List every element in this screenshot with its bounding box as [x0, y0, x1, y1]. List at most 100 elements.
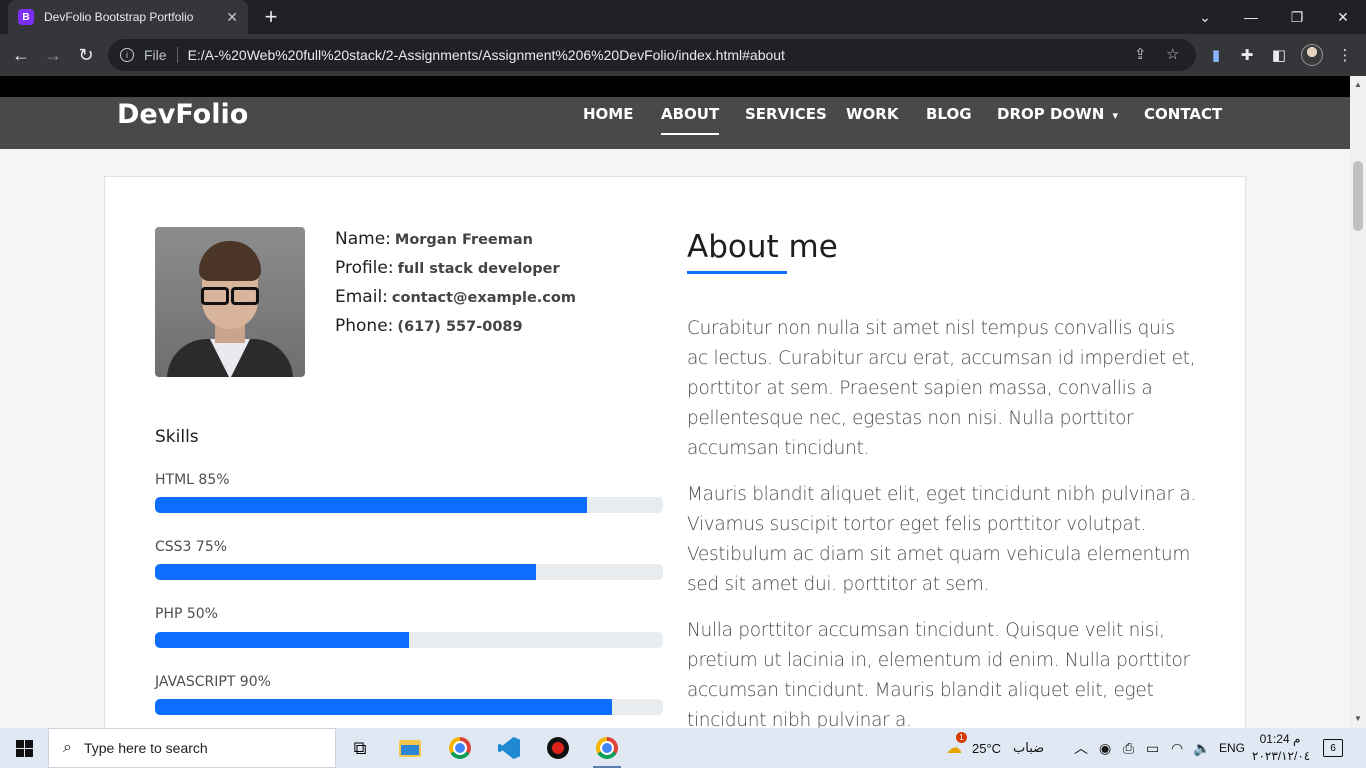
back-arrow-icon[interactable]: ← [8, 42, 34, 68]
reload-icon[interactable]: ↻ [73, 42, 99, 68]
profile-label: Profile: [335, 258, 394, 278]
nav-blog[interactable]: BLOG [926, 105, 972, 123]
skill-progress-fill [155, 632, 409, 648]
forward-arrow-icon[interactable]: → [40, 42, 66, 68]
notification-icon[interactable]: 6 [1323, 739, 1343, 757]
nav-dropdown[interactable]: DROP DOWN ▾ [997, 105, 1118, 123]
extensions-puzzle-icon[interactable]: ✚ [1238, 46, 1256, 64]
bookmark-star-icon[interactable]: ☆ [1166, 45, 1179, 63]
about-title-underline [687, 271, 787, 274]
browser-tab-bar: B DevFolio Bootstrap Portfolio ✕ + ⌄ — ❐… [0, 0, 1366, 34]
info-profile: Profile: full stack developer [335, 258, 560, 278]
tray-chevron-icon[interactable]: ︿ [1074, 728, 1088, 768]
volume-icon[interactable]: 🔈 [1193, 728, 1210, 768]
weather-badge: 1 [956, 732, 967, 743]
page-viewport: DevFolio HOME ABOUT SERVICES WORK BLOG D… [0, 76, 1350, 728]
phone-value: (617) 557-0089 [397, 319, 523, 335]
wifi-icon[interactable]: ◠ [1171, 728, 1183, 768]
site-brand[interactable]: DevFolio [117, 99, 248, 130]
nav-about[interactable]: ABOUT [661, 105, 720, 135]
nav-services[interactable]: SERVICES [745, 105, 827, 123]
usb-icon[interactable]: ⎙ [1123, 728, 1134, 768]
new-tab-plus-icon[interactable]: + [258, 4, 284, 30]
email-value: contact@example.com [391, 290, 576, 306]
language-indicator[interactable]: ENG [1219, 728, 1245, 768]
skill-label: CSS3 75% [155, 539, 228, 555]
skill-label: HTML 85% [155, 472, 230, 488]
nav-dropdown-label: DROP DOWN [997, 105, 1105, 123]
page-scrollbar[interactable]: ▲ ▼ [1350, 76, 1366, 728]
search-icon: ⌕ [63, 739, 72, 756]
taskbar-clock[interactable]: 01:24 م ٢٠٢٣/١٢/٠٤ [1252, 731, 1311, 765]
clock-time: 01:24 م [1259, 732, 1301, 746]
battery-icon[interactable]: ▭ [1146, 728, 1159, 768]
close-window-icon[interactable]: ✕ [1320, 0, 1366, 34]
extension-doc-icon[interactable]: ▮ [1207, 46, 1225, 64]
share-icon[interactable]: ⇪ [1134, 45, 1147, 63]
nav-home[interactable]: HOME [583, 105, 633, 123]
tab-search-chevron-icon[interactable]: ⌄ [1182, 0, 1228, 34]
file-explorer-icon[interactable] [396, 734, 424, 762]
address-url[interactable]: E:/A-%20Web%20full%20stack/2-Assignments… [188, 47, 785, 63]
profile-value: full stack developer [397, 261, 560, 277]
windows-start-icon[interactable] [16, 740, 33, 757]
skill-label: JAVASCRIPT 90% [155, 674, 271, 690]
skill-progress-bar [155, 497, 663, 513]
address-bar[interactable]: i File E:/A-%20Web%20full%20stack/2-Assi… [108, 39, 1196, 71]
skill-progress-fill [155, 699, 613, 715]
windows-taskbar: ⌕ Type here to search ⧉ ☁ 1 25°C ضباب ︿ ◉… [0, 728, 1366, 768]
record-tray-icon[interactable]: ◉ [1099, 728, 1111, 768]
site-navbar: DevFolio HOME ABOUT SERVICES WORK BLOG D… [0, 97, 1350, 149]
about-paragraph: Curabitur non nulla sit amet nisl tempus… [687, 318, 1196, 459]
kebab-menu-icon[interactable]: ⋮ [1336, 46, 1354, 64]
weather-icon: ☁ 1 [946, 732, 967, 758]
taskbar-search[interactable]: ⌕ Type here to search [48, 728, 336, 768]
chrome-active-icon[interactable] [593, 734, 621, 768]
hero-bottom-strip [0, 76, 1350, 97]
browser-tab-active[interactable]: B DevFolio Bootstrap Portfolio ✕ [8, 0, 248, 34]
info-icon[interactable]: i [120, 48, 134, 62]
skill-progress-bar [155, 632, 663, 648]
skill-progress-fill [155, 564, 536, 580]
about-paragraph: Nulla porttitor accumsan tincidunt. Quis… [687, 620, 1190, 728]
tab-title: DevFolio Bootstrap Portfolio [44, 10, 194, 24]
skills-title: Skills [155, 427, 199, 447]
photo-hair [199, 241, 261, 281]
vscode-icon[interactable] [495, 734, 523, 762]
bootstrap-favicon-icon: B [18, 9, 34, 25]
skill-progress-fill [155, 497, 587, 513]
weather-widget[interactable]: ☁ 1 25°C ضباب [946, 728, 1044, 768]
about-title: About me [687, 229, 838, 265]
clock-date: ٢٠٢٣/١٢/٠٤ [1252, 749, 1311, 763]
search-placeholder: Type here to search [83, 740, 208, 756]
nav-contact[interactable]: CONTACT [1144, 105, 1222, 123]
nav-work[interactable]: WORK [846, 105, 898, 123]
browser-toolbar: ← → ↻ i File E:/A-%20Web%20full%20stack/… [0, 34, 1366, 76]
recorder-icon[interactable] [544, 734, 572, 762]
name-value: Morgan Freeman [394, 232, 533, 248]
info-name: Name: Morgan Freeman [335, 229, 533, 249]
email-label: Email: [335, 287, 388, 307]
minimize-icon[interactable]: — [1228, 0, 1274, 34]
name-label: Name: [335, 229, 391, 249]
scrollbar-thumb[interactable] [1353, 161, 1363, 231]
caret-down-icon: ▾ [1112, 109, 1119, 122]
side-panel-icon[interactable]: ◧ [1270, 46, 1288, 64]
skill-progress-bar [155, 699, 663, 715]
scroll-down-arrow-icon[interactable]: ▼ [1354, 714, 1362, 723]
about-paragraph: Mauris blandit aliquet elit, eget tincid… [687, 484, 1196, 595]
about-card: Name: Morgan Freeman Profile: full stack d… [104, 176, 1246, 728]
photo-glasses [197, 287, 263, 305]
scroll-up-arrow-icon[interactable]: ▲ [1354, 80, 1362, 89]
weather-text: ضباب [1013, 740, 1045, 755]
profile-avatar[interactable] [1301, 44, 1323, 66]
weather-temp: 25°C [972, 740, 1002, 756]
task-view-icon[interactable]: ⧉ [346, 734, 374, 762]
info-phone: Phone: (617) 557-0089 [335, 316, 523, 336]
chrome-icon[interactable] [446, 734, 474, 762]
phone-label: Phone: [335, 316, 394, 336]
tab-close-icon[interactable]: ✕ [226, 9, 238, 26]
restore-icon[interactable]: ❐ [1274, 0, 1320, 34]
address-scheme: File [144, 47, 178, 63]
profile-photo [155, 227, 305, 377]
